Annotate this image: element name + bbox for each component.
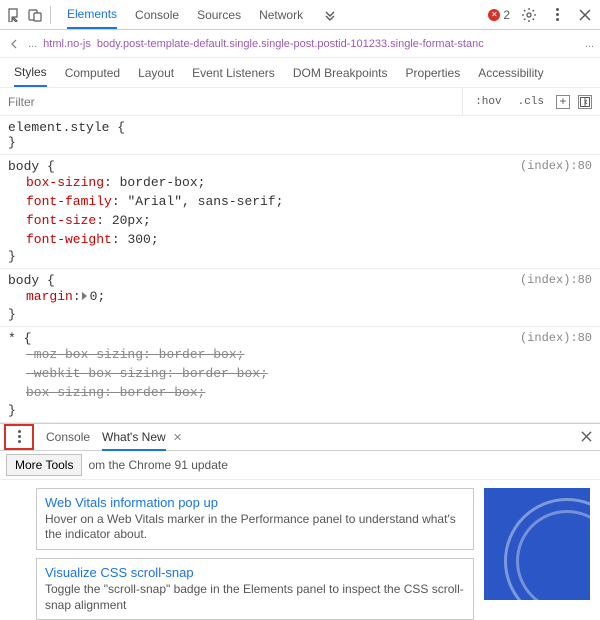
css-property[interactable]: box-sizing (26, 175, 104, 190)
drawer-tab-console[interactable]: Console (46, 425, 90, 449)
more-tools-button[interactable]: More Tools (6, 454, 82, 476)
cls-toggle[interactable]: .cls (514, 94, 548, 110)
close-devtools-icon[interactable] (576, 6, 594, 24)
computed-styles-sidebar-icon[interactable] (578, 95, 592, 109)
css-value[interactable]: border-box (120, 175, 198, 190)
rule-source-link[interactable]: (index):80 (520, 273, 592, 287)
settings-icon[interactable] (520, 6, 538, 24)
css-property[interactable]: -webkit-box-sizing (26, 366, 166, 381)
tab-styles[interactable]: Styles (14, 59, 47, 87)
rule-source-link[interactable]: (index):80 (520, 159, 592, 173)
selector[interactable]: * (8, 331, 16, 346)
css-value[interactable]: 20px (112, 213, 143, 228)
breadcrumb-html[interactable]: html.no-js (43, 38, 91, 50)
css-value[interactable]: border-box (182, 366, 260, 381)
tab-sources[interactable]: Sources (197, 2, 241, 28)
styles-filter-input[interactable] (0, 88, 462, 115)
css-value[interactable]: 0 (90, 289, 98, 304)
whats-new-toolbar: More Tools om the Chrome 91 update (0, 451, 600, 480)
main-tabs: Elements Console Sources Network (67, 1, 486, 29)
filter-row: :hov .cls + (0, 88, 600, 116)
close-tab-icon[interactable]: ✕ (173, 432, 182, 444)
new-style-rule-icon[interactable]: + (556, 95, 570, 109)
tab-layout[interactable]: Layout (138, 60, 174, 86)
whats-new-illustration (484, 488, 590, 600)
css-rule[interactable]: element.style {} (0, 116, 600, 155)
card-description: Hover on a Web Vitals marker in the Perf… (45, 512, 465, 543)
css-property[interactable]: -moz-box-sizing (26, 347, 143, 362)
close-drawer-icon[interactable] (578, 429, 594, 445)
hov-toggle[interactable]: :hov (471, 94, 505, 110)
breadcrumb-row: ... html.no-js body.post-template-defaul… (0, 30, 600, 58)
breadcrumb-body[interactable]: body.post-template-default.single.single… (97, 38, 579, 50)
devtools-toolbar: Elements Console Sources Network ✕ 2 (0, 0, 600, 30)
inspect-element-icon[interactable] (6, 6, 24, 24)
separator (50, 6, 51, 24)
selector[interactable]: body (8, 273, 39, 288)
device-toggle-icon[interactable] (26, 6, 44, 24)
drawer-kebab-icon[interactable] (9, 426, 29, 448)
drawer-tab-whats-new[interactable]: What's New (102, 425, 166, 451)
tab-accessibility[interactable]: Accessibility (478, 60, 543, 86)
tab-event-listeners[interactable]: Event Listeners (192, 60, 275, 86)
drawer-header: Console What's New ✕ (0, 423, 600, 451)
breadcrumb-scroll-left-icon[interactable] (6, 36, 22, 52)
css-value[interactable]: border-box (159, 347, 237, 362)
css-rule[interactable]: (index):80 * { -moz-box-sizing: border-b… (0, 327, 600, 422)
card-title-link[interactable]: Web Vitals information pop up (45, 495, 465, 510)
kebab-menu-icon[interactable] (548, 6, 566, 24)
drawer-more-highlight (4, 424, 34, 450)
tab-console[interactable]: Console (135, 2, 179, 28)
tab-elements[interactable]: Elements (67, 1, 117, 29)
selector[interactable]: body (8, 159, 39, 174)
breadcrumb-ellipsis[interactable]: ... (28, 38, 37, 50)
tab-network[interactable]: Network (259, 2, 303, 28)
error-badge[interactable]: ✕ 2 (488, 8, 510, 22)
whats-new-subtitle: om the Chrome 91 update (88, 458, 227, 472)
card-title-link[interactable]: Visualize CSS scroll-snap (45, 565, 465, 580)
css-property[interactable]: margin (26, 289, 73, 304)
css-value[interactable]: border-box (120, 385, 198, 400)
more-tabs-icon[interactable] (321, 6, 339, 24)
tab-dom-breakpoints[interactable]: DOM Breakpoints (293, 60, 388, 86)
styles-body: element.style {} (index):80 body { box-s… (0, 116, 600, 423)
css-property[interactable]: box-sizing (26, 385, 104, 400)
tab-properties[interactable]: Properties (406, 60, 461, 86)
tab-computed[interactable]: Computed (65, 60, 120, 86)
whats-new-card: Visualize CSS scroll-snap Toggle the "sc… (36, 558, 474, 620)
css-property[interactable]: font-weight (26, 232, 112, 247)
whats-new-body: Web Vitals information pop up Hover on a… (0, 480, 600, 620)
selector[interactable]: element.style (8, 120, 109, 135)
breadcrumb-trailing: ... (585, 38, 594, 50)
css-property[interactable]: font-family (26, 194, 112, 209)
error-count: 2 (503, 8, 510, 22)
error-icon: ✕ (488, 9, 500, 21)
css-rule[interactable]: (index):80 body { box-sizing: border-box… (0, 155, 600, 269)
css-value[interactable]: "Arial", sans-serif (127, 194, 275, 209)
filter-tools: :hov .cls + (462, 88, 600, 115)
css-value[interactable]: 300 (127, 232, 150, 247)
styles-tabs: Styles Computed Layout Event Listeners D… (0, 58, 600, 88)
expand-shorthand-icon[interactable] (82, 292, 87, 300)
card-description: Toggle the "scroll-snap" badge in the El… (45, 582, 465, 613)
css-rule[interactable]: (index):80 body { margin:0; } (0, 269, 600, 327)
css-property[interactable]: font-size (26, 213, 96, 228)
rule-source-link[interactable]: (index):80 (520, 331, 592, 345)
toolbar-right: ✕ 2 (488, 6, 594, 24)
whats-new-card: Web Vitals information pop up Hover on a… (36, 488, 474, 550)
